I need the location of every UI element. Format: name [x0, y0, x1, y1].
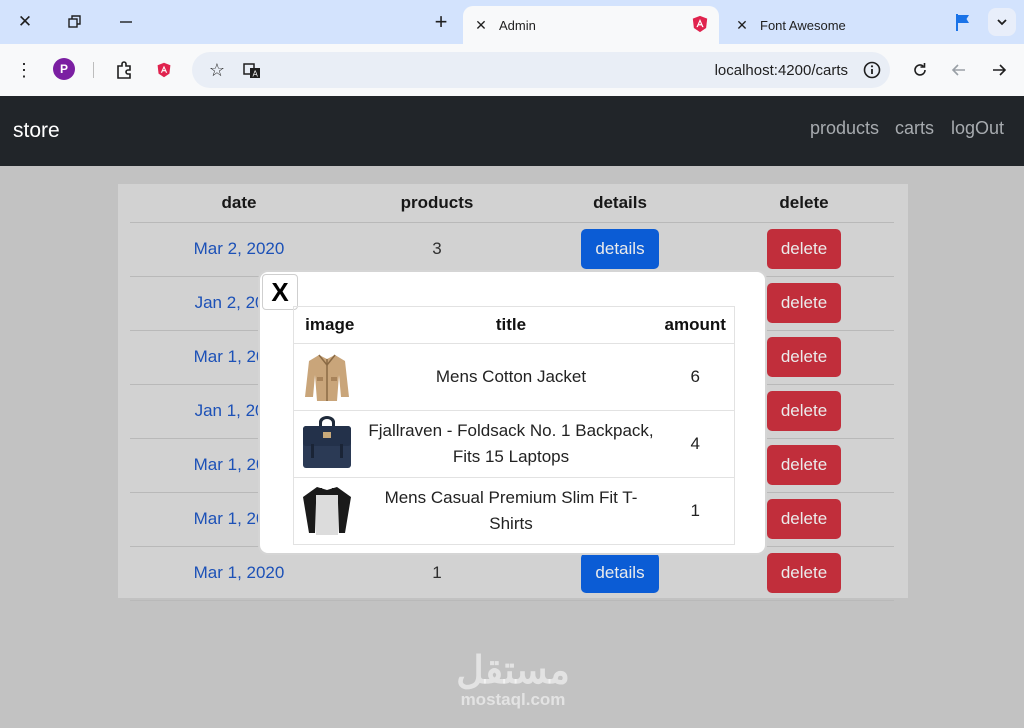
- reload-icon[interactable]: [907, 57, 933, 83]
- tab-font-awesome[interactable]: ✕ Font Awesome: [724, 6, 934, 44]
- watermark-arabic: مستقل: [456, 650, 570, 692]
- tshirt-image: [303, 487, 351, 535]
- nav-carts[interactable]: carts: [895, 118, 934, 139]
- chevron-down-icon[interactable]: [988, 8, 1016, 36]
- back-arrow-icon[interactable]: [946, 57, 972, 83]
- flag-icon[interactable]: [953, 12, 973, 32]
- forward-arrow-icon[interactable]: [986, 57, 1012, 83]
- star-icon[interactable]: ☆: [204, 57, 230, 83]
- cart-items-table: image title amount Mens Cotton Jacket 6: [293, 306, 735, 545]
- column-header: amount: [656, 306, 735, 344]
- backpack-image: [303, 416, 351, 468]
- tab-close-icon[interactable]: ✕: [471, 17, 491, 34]
- browser-tab-bar: ✕ + ✕ Admin ✕ Font Awesome: [0, 0, 1024, 44]
- table-header-row: image title amount: [293, 306, 735, 344]
- toolbar-divider: [93, 62, 94, 78]
- nav-products[interactable]: products: [810, 118, 879, 139]
- url-text[interactable]: localhost:4200/carts: [715, 62, 848, 79]
- item-amount: 1: [656, 477, 735, 545]
- column-header: title: [365, 306, 657, 344]
- new-tab-icon[interactable]: +: [427, 8, 455, 36]
- browser-toolbar: ⋮ P ☆ A localhost:4200/carts: [0, 44, 1024, 96]
- tab-label: Admin: [499, 17, 536, 33]
- item-title: Fjallraven - Foldsack No. 1 Backpack, Fi…: [365, 410, 657, 478]
- jacket-image: [305, 354, 349, 401]
- brand-link[interactable]: store: [13, 119, 60, 143]
- item-title: Mens Cotton Jacket: [365, 343, 657, 411]
- watermark-latin: mostaql.com: [460, 690, 566, 709]
- profile-avatar[interactable]: P: [53, 58, 75, 80]
- modal-close-button[interactable]: X: [262, 274, 298, 310]
- close-window-icon[interactable]: ✕: [11, 8, 39, 36]
- table-row: Mens Casual Premium Slim Fit T-Shirts 1: [293, 477, 735, 545]
- tab-admin[interactable]: ✕ Admin: [463, 6, 719, 44]
- extensions-icon[interactable]: [111, 57, 137, 83]
- nav-logout[interactable]: logOut: [951, 118, 1004, 139]
- address-bar[interactable]: ☆ A localhost:4200/carts: [192, 52, 890, 88]
- item-title: Mens Casual Premium Slim Fit T-Shirts: [365, 477, 657, 545]
- site-info-icon[interactable]: [862, 60, 882, 80]
- item-amount: 4: [656, 410, 735, 478]
- table-row: Mens Cotton Jacket 6: [293, 343, 735, 411]
- angular-icon: [691, 15, 709, 36]
- minimize-window-icon[interactable]: [112, 8, 140, 36]
- tab-label: Font Awesome: [760, 17, 846, 33]
- kebab-menu-icon[interactable]: ⋮: [11, 57, 37, 83]
- restore-window-icon[interactable]: [61, 8, 89, 36]
- tab-close-icon[interactable]: ✕: [732, 17, 752, 34]
- column-header: image: [293, 306, 366, 344]
- svg-text:A: A: [253, 70, 259, 79]
- translate-icon[interactable]: A: [239, 57, 265, 83]
- watermark: مستقل mostaql.com: [448, 652, 578, 710]
- angular-devtools-icon[interactable]: [151, 57, 177, 83]
- item-amount: 6: [656, 343, 735, 411]
- app-navbar: store products carts logOut: [0, 96, 1024, 166]
- cart-details-modal: X image title amount Mens Cotton Jacket …: [258, 270, 767, 555]
- table-row: Fjallraven - Foldsack No. 1 Backpack, Fi…: [293, 410, 735, 478]
